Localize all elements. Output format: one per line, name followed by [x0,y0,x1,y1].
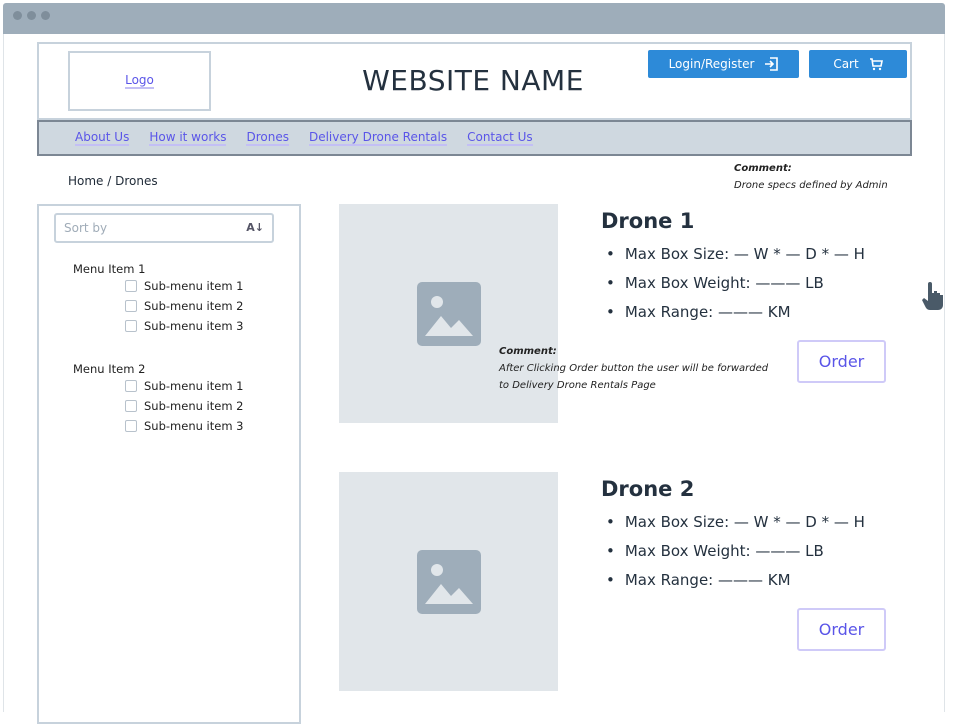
window-dot-icon[interactable] [41,11,50,20]
submenu-label: Sub-menu item 1 [144,279,244,293]
login-label: Login/Register [668,57,755,71]
comment-text: to Delivery Drone Rentals Page [499,380,656,391]
drone-2-title: Drone 2 [601,477,695,501]
spec-box-weight: Max Box Weight: ——— LB [606,268,865,297]
login-register-button[interactable]: Login/Register [648,50,799,78]
submenu-item[interactable]: Sub-menu item 1 [125,376,244,396]
drone-2-image [339,472,558,691]
sort-az-icon: A↓ [246,221,264,234]
spec-box-size: Max Box Size: — W * — D * — H [606,239,865,268]
drone-1-specs: Max Box Size: — W * — D * — H Max Box We… [606,239,865,326]
checkbox[interactable] [125,400,137,412]
submenu-item[interactable]: Sub-menu item 3 [125,316,244,336]
breadcrumb: Home / Drones [68,174,158,188]
spec-box-weight: Max Box Weight: ——— LB [606,536,865,565]
comment-text: Drone specs defined by Admin [734,180,888,191]
nav-about-us[interactable]: About Us [75,130,130,146]
comment-text: After Clicking Order button the user wil… [499,363,769,374]
comment-title: Comment: [499,346,557,357]
drone-2-specs: Max Box Size: — W * — D * — H Max Box We… [606,507,865,594]
image-placeholder-icon [416,549,481,614]
spec-range: Max Range: ——— KM [606,297,865,326]
submenu-label: Sub-menu item 2 [144,399,244,413]
nav-delivery-drone-rentals[interactable]: Delivery Drone Rentals [308,130,448,146]
submenu-label: Sub-menu item 2 [144,299,244,313]
submenu-item[interactable]: Sub-menu item 2 [125,396,244,416]
nav-how-it-works[interactable]: How it works [149,130,227,146]
drone-1-title: Drone 1 [601,209,695,233]
menu-item-1[interactable]: Menu Item 1 [73,262,244,276]
menu-item-2[interactable]: Menu Item 2 [73,362,244,376]
submenu-label: Sub-menu item 3 [144,319,244,333]
submenu-label: Sub-menu item 3 [144,419,244,433]
checkbox[interactable] [125,380,137,392]
menu-group-1: Menu Item 1 Sub-menu item 1 Sub-menu ite… [73,262,244,336]
spec-box-size: Max Box Size: — W * — D * — H [606,507,865,536]
cart-label: Cart [833,57,859,71]
hand-cursor-icon [922,282,943,310]
checkbox[interactable] [125,280,137,292]
spec-range: Max Range: ——— KM [606,565,865,594]
logo-link[interactable]: Logo [125,73,154,89]
drone-1-order-button[interactable]: Order [797,340,886,383]
window-titlebar [3,3,945,34]
image-placeholder-icon [416,281,481,346]
window-dot-icon[interactable] [27,11,36,20]
checkbox[interactable] [125,300,137,312]
comment-title: Comment: [734,163,792,174]
menu-group-2: Menu Item 2 Sub-menu item 1 Sub-menu ite… [73,362,244,436]
checkbox[interactable] [125,420,137,432]
nav-contact-us[interactable]: Contact Us [467,130,533,146]
website-name: WEBSITE NAME [362,64,584,97]
submenu-item[interactable]: Sub-menu item 2 [125,296,244,316]
checkbox[interactable] [125,320,137,332]
submenu-item[interactable]: Sub-menu item 3 [125,416,244,436]
cart-icon [869,58,883,71]
main-nav: About Us How it works Drones Delivery Dr… [37,120,912,156]
sort-placeholder: Sort by [64,221,108,235]
login-icon [765,57,779,71]
comment-admin-specs: Comment: Drone specs defined by Admin [734,160,888,194]
logo-placeholder[interactable]: Logo [68,51,211,111]
submenu-label: Sub-menu item 1 [144,379,244,393]
window-dot-icon[interactable] [13,11,22,20]
cart-button[interactable]: Cart [809,50,907,78]
comment-order-forward: Comment: After Clicking Order button the … [499,343,768,394]
submenu-item[interactable]: Sub-menu item 1 [125,276,244,296]
sort-by-select[interactable]: Sort by A↓ [54,213,274,243]
drone-2-order-button[interactable]: Order [797,608,886,651]
nav-drones[interactable]: Drones [246,130,289,146]
